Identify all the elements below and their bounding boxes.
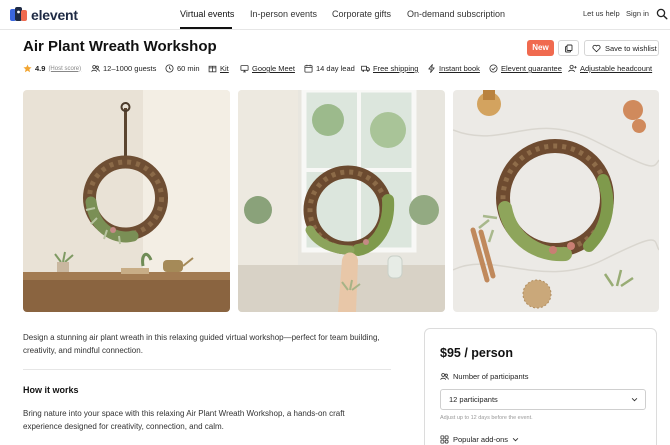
grid-icon — [440, 435, 449, 444]
popular-addons-toggle[interactable]: Popular add-ons — [440, 435, 519, 444]
people-icon — [91, 65, 100, 72]
signin-link[interactable]: Sign in — [626, 9, 649, 18]
participants-value: 12 participants — [449, 395, 498, 404]
gallery-photo-wreath-in-hand[interactable] — [238, 90, 445, 312]
star-icon — [23, 64, 32, 73]
host-score-link[interactable]: (Host score) — [48, 66, 81, 72]
check-circle-icon — [489, 64, 498, 73]
shipping-label: Free shipping — [373, 64, 419, 73]
kit-link[interactable]: Kit — [208, 64, 229, 73]
chevron-down-icon — [512, 437, 519, 442]
rating: 4.9 (Host score) — [23, 64, 81, 73]
guests-range: 12–1000 guests — [91, 64, 156, 73]
duration-label: 60 min — [177, 64, 200, 73]
person-adjust-icon — [568, 64, 577, 73]
rating-value: 4.9 — [35, 64, 46, 73]
share-button[interactable] — [558, 40, 579, 56]
price-per-person: $95 / person — [440, 346, 513, 360]
people-icon — [440, 373, 449, 380]
top-navigation-bar: elevent Virtual events In-person events … — [0, 0, 670, 30]
chevron-down-icon — [631, 397, 638, 402]
nav-corporate-gifts[interactable]: Corporate gifts — [332, 9, 391, 19]
elevent-logo-icon — [10, 7, 27, 21]
headcount-label: Adjustable headcount — [580, 64, 653, 73]
platform-label: Google Meet — [252, 64, 295, 73]
gallery-photo-wreath-on-marble[interactable] — [453, 90, 659, 312]
participants-select[interactable]: 12 participants — [440, 389, 646, 410]
addons-label: Popular add-ons — [453, 435, 509, 444]
how-it-works-body: Bring nature into your space with this r… — [23, 409, 345, 431]
instant-book-label: Instant book — [439, 64, 480, 73]
share-icon — [565, 44, 573, 52]
participants-label: Number of participants — [453, 372, 529, 381]
platform-link[interactable]: Google Meet — [240, 64, 295, 73]
guarantee-link[interactable]: Elevent guarantee — [489, 64, 562, 73]
heart-icon — [592, 44, 601, 52]
box-icon — [208, 65, 217, 73]
nav-in-person-events[interactable]: In-person events — [250, 9, 317, 19]
lead-label: 14 day lead — [316, 64, 355, 73]
guests-label: 12–1000 guests — [103, 64, 157, 73]
truck-icon — [361, 65, 370, 72]
nav-virtual-events[interactable]: Virtual events — [180, 9, 234, 19]
page-title: Air Plant Wreath Workshop — [23, 38, 217, 55]
participants-label-row: Number of participants — [440, 372, 528, 381]
help-link[interactable]: Let us help — [583, 9, 620, 18]
new-badge: New — [527, 40, 554, 56]
instant-book-link[interactable]: Instant book — [427, 64, 480, 73]
section-divider — [23, 369, 391, 370]
brand-name: elevent — [31, 6, 78, 23]
active-tab-indicator — [180, 27, 232, 29]
save-to-wishlist-button[interactable]: Save to wishlist — [584, 40, 659, 56]
booking-card: $95 / person Number of participants 12 p… — [424, 328, 657, 445]
headcount-link[interactable]: Adjustable headcount — [568, 64, 652, 73]
guarantee-label: Elevent guarantee — [501, 64, 562, 73]
wishlist-label: Save to wishlist — [605, 43, 657, 53]
how-it-works-heading: How it works — [23, 385, 79, 395]
participants-hint: Adjust up to 12 days before the event. — [440, 415, 533, 421]
shipping-link[interactable]: Free shipping — [361, 64, 418, 73]
search-icon[interactable] — [656, 8, 668, 20]
duration: 60 min — [165, 64, 200, 73]
lightning-icon — [428, 64, 435, 73]
brand-logo[interactable]: elevent — [9, 6, 78, 23]
gallery-photo-wreath-on-wall[interactable] — [23, 90, 230, 312]
clock-icon — [165, 64, 174, 73]
calendar-icon — [304, 64, 313, 73]
lead-time: 14 day lead — [304, 64, 355, 73]
monitor-icon — [240, 65, 249, 73]
kit-label: Kit — [220, 64, 229, 73]
event-description: Design a stunning air plant wreath in th… — [23, 333, 380, 355]
nav-on-demand-subscription[interactable]: On-demand subscription — [407, 9, 505, 19]
